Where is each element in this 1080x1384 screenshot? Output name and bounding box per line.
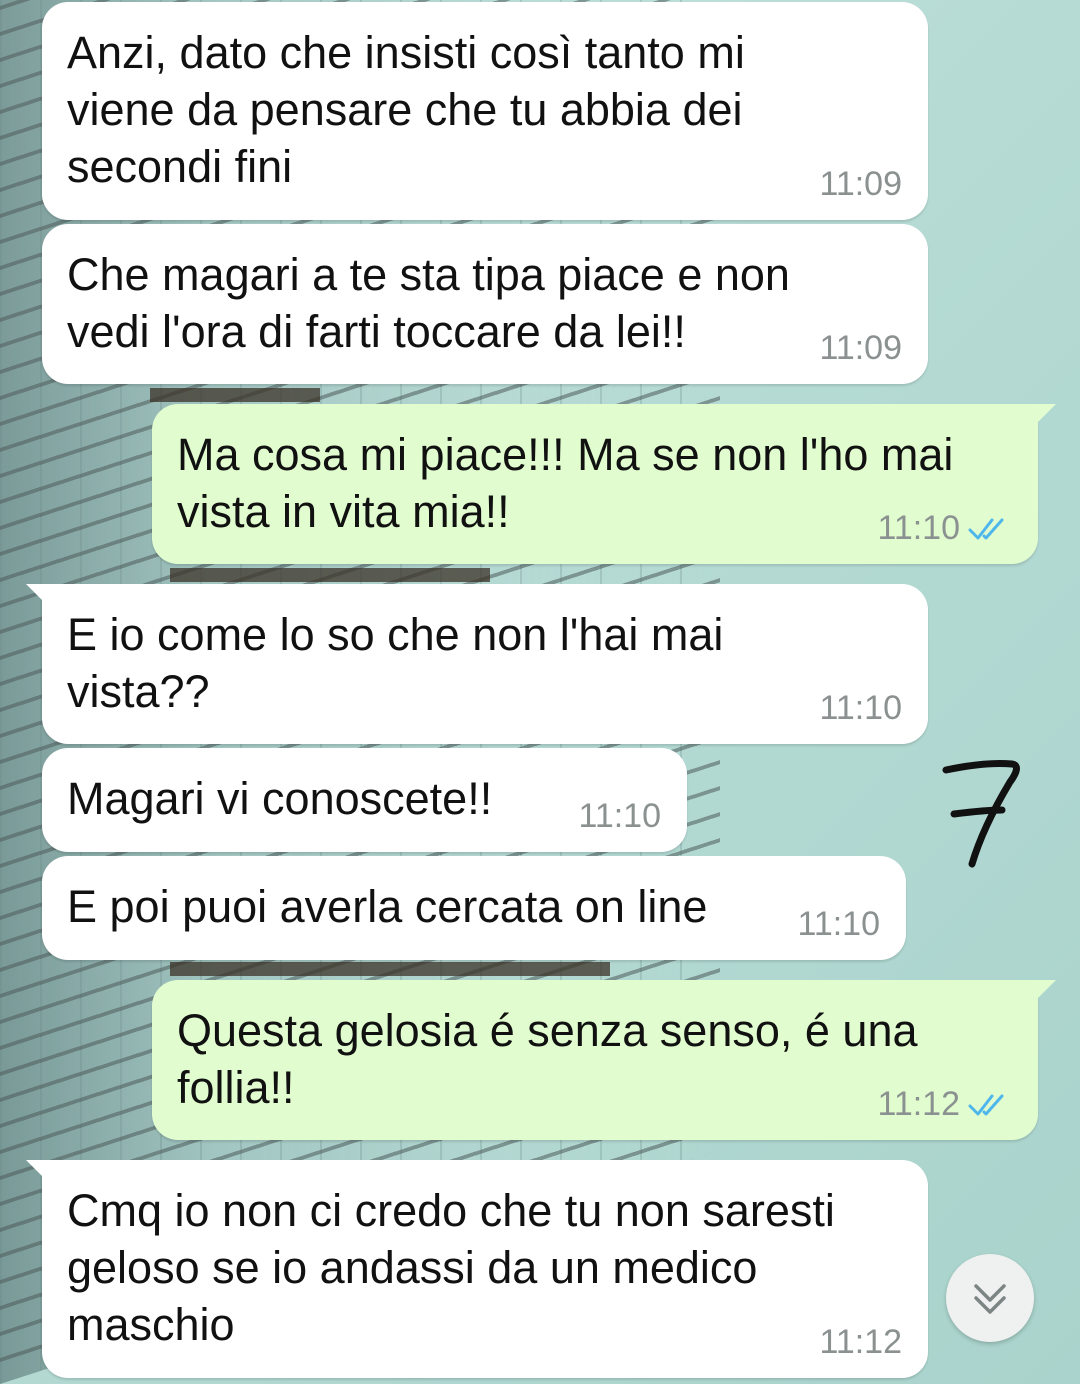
message-timestamp: 11:10: [578, 797, 661, 835]
message-meta: 11:10: [797, 905, 880, 944]
chevron-double-down-icon: [974, 1284, 1006, 1314]
message-text: E poi puoi averla cercata on line: [67, 881, 708, 932]
message-timestamp: 11:12: [819, 1323, 902, 1361]
message-timestamp: 11:09: [819, 165, 902, 203]
message-meta: 11:09: [819, 329, 902, 368]
message-text: Magari vi conoscete!!: [67, 773, 493, 824]
scroll-to-bottom-button[interactable]: [946, 1254, 1034, 1342]
message-bubble-outgoing[interactable]: Ma cosa mi piace!!! Ma se non l'ho mai v…: [152, 404, 1056, 564]
message-bubble-incoming[interactable]: Magari vi conoscete!! 11:10: [42, 748, 687, 852]
message-text: Che magari a te sta tipa piace e non ved…: [67, 249, 790, 357]
message-text: Cmq io non ci credo che tu non saresti g…: [67, 1185, 835, 1350]
message-timestamp: 11:10: [877, 509, 960, 547]
bubble-tail: [1034, 980, 1056, 1002]
double-check-icon: [968, 518, 1004, 539]
message-text: Ma cosa mi piace!!! Ma se non l'ho mai v…: [177, 429, 954, 537]
wallpaper-beam: [170, 962, 610, 976]
message-bubble-incoming[interactable]: Che magari a te sta tipa piace e non ved…: [42, 224, 928, 384]
message-meta: 11:10: [578, 797, 661, 836]
message-bubble-incoming[interactable]: Cmq io non ci credo che tu non saresti g…: [26, 1160, 928, 1378]
message-text: Questa gelosia é senza senso, é una foll…: [177, 1005, 918, 1113]
wallpaper-beam: [170, 568, 490, 582]
message-text: Anzi, dato che insisti così tanto mi vie…: [67, 27, 745, 192]
message-bubble-outgoing[interactable]: Questa gelosia é senza senso, é una foll…: [152, 980, 1056, 1140]
message-meta: 11:09: [819, 165, 902, 204]
wallpaper-beam: [150, 388, 320, 402]
message-timestamp: 11:10: [819, 689, 902, 727]
message-meta: 11:10: [877, 509, 1012, 548]
message-timestamp: 11:12: [877, 1085, 960, 1123]
message-meta: 11:12: [819, 1323, 902, 1362]
message-bubble-incoming[interactable]: Anzi, dato che insisti così tanto mi vie…: [42, 2, 928, 220]
message-timestamp: 11:10: [797, 905, 880, 943]
double-check-icon: [968, 1094, 1004, 1115]
message-meta: 11:10: [819, 689, 902, 728]
message-text: E io come lo so che non l'hai mai vista?…: [67, 609, 724, 717]
message-meta: 11:12: [877, 1085, 1012, 1124]
message-bubble-incoming[interactable]: E io come lo so che non l'hai mai vista?…: [26, 584, 928, 744]
message-timestamp: 11:09: [819, 329, 902, 367]
handwritten-annotation: [942, 759, 1020, 868]
bubble-tail: [26, 1160, 48, 1182]
message-bubble-incoming[interactable]: E poi puoi averla cercata on line 11:10: [42, 856, 906, 960]
bubble-tail: [1034, 404, 1056, 426]
bubble-tail: [26, 584, 48, 606]
